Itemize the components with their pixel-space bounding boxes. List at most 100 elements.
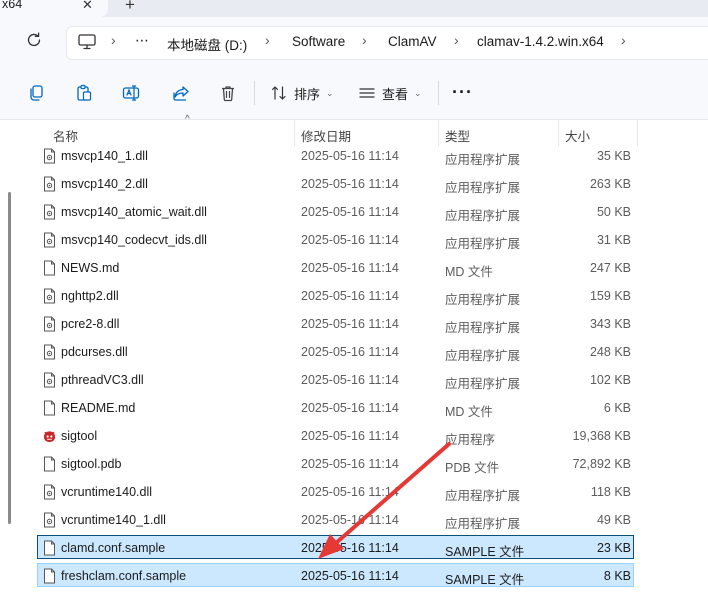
file-name[interactable]: msvcp140_2.dll xyxy=(61,177,148,191)
file-size: 248 KB xyxy=(589,345,631,359)
copy-icon[interactable] xyxy=(26,83,46,103)
dll-file-icon xyxy=(44,316,55,332)
file-row[interactable]: vcruntime140.dll 2025-05-16 11:14 应用程序扩展 11… xyxy=(0,478,708,506)
chevron-right-icon[interactable]: › xyxy=(362,32,367,48)
view-button[interactable]: 查看 ⌄ xyxy=(358,82,422,104)
file-row[interactable]: msvcp140_codecvt_ids.dll 2025-05-16 11:14… xyxy=(0,226,708,254)
file-name[interactable]: msvcp140_1.dll xyxy=(61,149,148,163)
tab-current[interactable]: x64 ✕ xyxy=(0,0,108,17)
file-row[interactable]: sigtool.pdb 2025-05-16 11:14 PDB 文件 72,892 … xyxy=(0,450,708,478)
dll-file-icon xyxy=(44,232,55,248)
refresh-icon[interactable] xyxy=(24,30,44,50)
file-row[interactable]: vcruntime140_1.dll 2025-05-16 11:14 应用程序扩展… xyxy=(0,506,708,534)
close-icon[interactable]: ✕ xyxy=(82,0,93,13)
file-size: 247 KB xyxy=(589,261,631,275)
file-date: 2025-05-16 11:14 xyxy=(301,429,399,443)
file-date: 2025-05-16 11:14 xyxy=(301,513,399,527)
dll-file-icon xyxy=(44,372,55,388)
file-size: 159 KB xyxy=(589,289,631,303)
chevron-right-icon[interactable]: › xyxy=(621,32,626,48)
file-type: 应用程序扩展 xyxy=(445,349,521,363)
address-bar: › ⋯ 本地磁盘 (D:) › Software › ClamAV › clam… xyxy=(0,17,708,67)
file-size: 118 KB xyxy=(590,485,631,499)
file-row[interactable]: pdcurses.dll 2025-05-16 11:14 应用程序扩展 248 KB xyxy=(0,338,708,366)
sort-button[interactable]: 排序 ⌄ xyxy=(270,82,334,104)
file-name[interactable]: pthreadVC3.dll xyxy=(61,373,144,387)
blank-file-icon xyxy=(44,540,55,556)
tab-title: x64 xyxy=(2,0,23,11)
more-options-icon[interactable]: ··· xyxy=(452,82,473,103)
more-crumbs-icon[interactable]: ⋯ xyxy=(135,32,150,49)
new-tab-icon[interactable]: + xyxy=(125,0,135,15)
file-name[interactable]: NEWS.md xyxy=(61,261,119,275)
file-name[interactable]: pcre2-8.dll xyxy=(61,317,119,331)
file-date: 2025-05-16 11:14 xyxy=(301,485,399,499)
file-date: 2025-05-16 11:14 xyxy=(301,541,399,555)
file-size: 8 KB xyxy=(603,569,631,583)
file-row[interactable]: msvcp140_1.dll 2025-05-16 11:14 应用程序扩展 35 K… xyxy=(0,142,708,170)
file-row[interactable]: clamd.conf.sample 2025-05-16 11:14 SAMPLE … xyxy=(0,534,708,562)
file-name[interactable]: sigtool xyxy=(61,429,97,443)
file-row[interactable]: msvcp140_2.dll 2025-05-16 11:14 应用程序扩展 263 … xyxy=(0,170,708,198)
file-size: 6 KB xyxy=(603,401,631,415)
share-icon[interactable] xyxy=(171,83,191,103)
file-date: 2025-05-16 11:14 xyxy=(301,401,399,415)
file-type: MD 文件 xyxy=(445,265,493,279)
chevron-down-icon: ⌄ xyxy=(326,87,334,98)
file-row[interactable]: sigtool 2025-05-16 11:14 应用程序 19,368 KB xyxy=(0,422,708,450)
file-row[interactable]: msvcp140_atomic_wait.dll 2025-05-16 11:14… xyxy=(0,198,708,226)
file-date: 2025-05-16 11:14 xyxy=(301,233,399,247)
file-type: 应用程序扩展 xyxy=(445,209,521,223)
file-name[interactable]: README.md xyxy=(61,401,135,415)
dll-file-icon xyxy=(44,204,55,220)
file-row[interactable]: nghttp2.dll 2025-05-16 11:14 应用程序扩展 159 KB xyxy=(0,282,708,310)
chevron-right-icon[interactable]: › xyxy=(111,32,116,48)
delete-icon[interactable] xyxy=(218,83,238,103)
view-label: 查看 xyxy=(382,86,409,102)
file-type: 应用程序扩展 xyxy=(445,517,521,531)
breadcrumb[interactable]: › ⋯ 本地磁盘 (D:) › Software › ClamAV › clam… xyxy=(66,26,708,60)
file-name[interactable]: pdcurses.dll xyxy=(61,345,128,359)
paste-icon[interactable] xyxy=(74,83,94,103)
file-date: 2025-05-16 11:14 xyxy=(301,261,399,275)
file-name[interactable]: vcruntime140_1.dll xyxy=(61,513,166,527)
file-name[interactable]: freshclam.conf.sample xyxy=(61,569,186,583)
file-row[interactable]: pcre2-8.dll 2025-05-16 11:14 应用程序扩展 343 KB xyxy=(0,310,708,338)
file-list: ^ 名称 修改日期 类型 大小 msvcp140_1.dll 2025-05-16… xyxy=(0,114,708,595)
file-name[interactable]: msvcp140_atomic_wait.dll xyxy=(61,205,207,219)
view-icon xyxy=(359,88,375,98)
divider xyxy=(254,81,255,105)
status-bar xyxy=(0,589,708,595)
file-type: 应用程序扩展 xyxy=(445,237,521,251)
blank-file-icon xyxy=(44,568,55,584)
crumb-current-folder[interactable]: clamav-1.4.2.win.x64 xyxy=(477,34,604,49)
file-row[interactable]: NEWS.md 2025-05-16 11:14 MD 文件 247 KB xyxy=(0,254,708,282)
file-date: 2025-05-16 11:14 xyxy=(301,177,399,191)
crumb-drive[interactable]: 本地磁盘 (D:) xyxy=(167,34,247,54)
file-size: 49 KB xyxy=(596,513,631,527)
file-type: 应用程序扩展 xyxy=(445,377,521,391)
chevron-right-icon[interactable]: › xyxy=(454,32,459,48)
file-size: 31 KB xyxy=(596,233,631,247)
computer-icon[interactable] xyxy=(77,33,97,51)
file-date: 2025-05-16 11:14 xyxy=(301,205,399,219)
file-name[interactable]: nghttp2.dll xyxy=(61,289,119,303)
file-row[interactable]: freshclam.conf.sample 2025-05-16 11:14 SAM… xyxy=(0,562,708,590)
file-name[interactable]: clamd.conf.sample xyxy=(61,541,165,555)
crumb-software[interactable]: Software xyxy=(292,34,345,49)
chevron-right-icon[interactable]: › xyxy=(265,32,270,48)
file-name[interactable]: sigtool.pdb xyxy=(61,457,121,471)
file-type: SAMPLE 文件 xyxy=(445,545,525,559)
file-row[interactable]: README.md 2025-05-16 11:14 MD 文件 6 KB xyxy=(0,394,708,422)
file-name[interactable]: vcruntime140.dll xyxy=(61,485,152,499)
file-name[interactable]: msvcp140_codecvt_ids.dll xyxy=(61,233,207,247)
crumb-clamav[interactable]: ClamAV xyxy=(388,34,437,49)
sort-ascending-icon: ^ xyxy=(185,114,190,125)
file-type: 应用程序扩展 xyxy=(445,489,521,503)
blank-file-icon xyxy=(44,456,55,472)
dll-file-icon xyxy=(44,512,55,528)
rename-icon[interactable] xyxy=(121,83,141,103)
file-size: 343 KB xyxy=(589,317,631,331)
file-row[interactable]: pthreadVC3.dll 2025-05-16 11:14 应用程序扩展 102 … xyxy=(0,366,708,394)
file-type: 应用程序扩展 xyxy=(445,293,521,307)
